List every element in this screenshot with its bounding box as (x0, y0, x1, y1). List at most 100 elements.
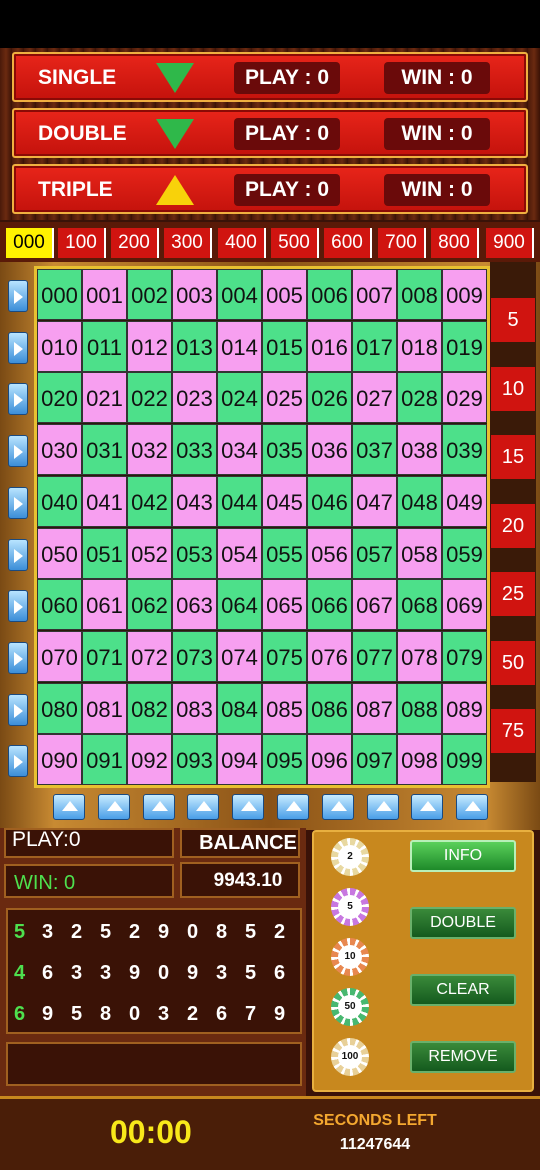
number-cell[interactable]: 073 (172, 630, 217, 682)
number-cell[interactable]: 074 (217, 630, 262, 682)
number-cell[interactable]: 081 (82, 682, 127, 734)
number-cell[interactable]: 038 (397, 424, 442, 476)
number-cell[interactable]: 055 (262, 527, 307, 579)
clear-button[interactable]: CLEAR (410, 974, 516, 1006)
column-select-arrow-icon[interactable] (277, 794, 309, 820)
multiplier-badge[interactable]: 75 (491, 709, 535, 753)
number-cell[interactable]: 015 (262, 320, 307, 372)
number-cell[interactable]: 065 (262, 579, 307, 631)
number-cell[interactable]: 068 (397, 579, 442, 631)
number-cell[interactable]: 057 (352, 527, 397, 579)
number-cell[interactable]: 029 (442, 372, 487, 424)
triangle-up-icon[interactable] (156, 175, 194, 205)
multiplier-badge[interactable]: 10 (491, 366, 535, 411)
number-cell[interactable]: 092 (127, 734, 172, 786)
number-cell[interactable]: 017 (352, 320, 397, 372)
hundred-tab-200[interactable]: 200 (111, 228, 159, 258)
number-cell[interactable]: 003 (172, 269, 217, 320)
number-cell[interactable]: 034 (217, 424, 262, 476)
column-select-arrow-icon[interactable] (411, 794, 444, 820)
number-cell[interactable]: 097 (352, 734, 397, 786)
number-cell[interactable]: 005 (262, 269, 307, 320)
row-select-arrow-icon[interactable] (8, 745, 28, 778)
number-cell[interactable]: 080 (37, 682, 82, 734)
row-select-arrow-icon[interactable] (8, 538, 28, 571)
number-cell[interactable]: 096 (307, 734, 352, 786)
number-cell[interactable]: 099 (442, 734, 487, 786)
bet-type-label[interactable]: SINGLE (38, 66, 116, 90)
multiplier-badge[interactable]: 25 (491, 572, 535, 616)
number-cell[interactable]: 091 (82, 734, 127, 786)
hundred-tab-900[interactable]: 900 (486, 228, 534, 258)
number-cell[interactable]: 041 (82, 475, 127, 527)
remove-button[interactable]: REMOVE (410, 1041, 516, 1073)
number-cell[interactable]: 083 (172, 682, 217, 734)
number-cell[interactable]: 076 (307, 630, 352, 682)
number-cell[interactable]: 048 (397, 475, 442, 527)
hundred-tab-700[interactable]: 700 (378, 228, 426, 258)
number-cell[interactable]: 067 (352, 579, 397, 631)
triangle-down-icon[interactable] (156, 119, 194, 149)
row-select-arrow-icon[interactable] (8, 641, 28, 674)
chip-10[interactable]: 10 (331, 938, 369, 976)
multiplier-badge[interactable]: 20 (491, 503, 535, 548)
hundred-tab-400[interactable]: 400 (218, 228, 266, 258)
chip-5[interactable]: 5 (331, 888, 369, 926)
number-cell[interactable]: 046 (307, 475, 352, 527)
number-cell[interactable]: 089 (442, 682, 487, 734)
number-cell[interactable]: 042 (127, 475, 172, 527)
number-cell[interactable]: 020 (37, 372, 82, 424)
row-select-arrow-icon[interactable] (8, 383, 28, 416)
row-select-arrow-icon[interactable] (8, 331, 28, 364)
row-select-arrow-icon[interactable] (8, 693, 28, 726)
hundred-tab-100[interactable]: 100 (58, 228, 106, 258)
number-cell[interactable]: 028 (397, 372, 442, 424)
number-cell[interactable]: 026 (307, 372, 352, 424)
column-select-arrow-icon[interactable] (142, 794, 175, 820)
number-cell[interactable]: 098 (397, 734, 442, 786)
number-cell[interactable]: 082 (127, 682, 172, 734)
number-cell[interactable]: 084 (217, 682, 262, 734)
column-select-arrow-icon[interactable] (53, 794, 85, 820)
column-select-arrow-icon[interactable] (232, 794, 265, 820)
number-cell[interactable]: 045 (262, 475, 307, 527)
number-cell[interactable]: 051 (82, 527, 127, 579)
column-select-arrow-icon[interactable] (97, 794, 130, 820)
number-cell[interactable]: 021 (82, 372, 127, 424)
number-cell[interactable]: 013 (172, 320, 217, 372)
double-button[interactable]: DOUBLE (410, 907, 516, 939)
number-cell[interactable]: 054 (217, 527, 262, 579)
number-cell[interactable]: 088 (397, 682, 442, 734)
number-cell[interactable]: 000 (37, 269, 82, 320)
number-cell[interactable]: 094 (217, 734, 262, 786)
column-select-arrow-icon[interactable] (456, 794, 489, 820)
number-cell[interactable]: 064 (217, 579, 262, 631)
bet-type-label[interactable]: TRIPLE (38, 178, 113, 202)
number-cell[interactable]: 011 (82, 320, 127, 372)
column-select-arrow-icon[interactable] (366, 794, 399, 820)
number-cell[interactable]: 079 (442, 630, 487, 682)
number-cell[interactable]: 006 (307, 269, 352, 320)
bet-type-label[interactable]: DOUBLE (38, 122, 127, 146)
multiplier-badge[interactable]: 5 (491, 298, 535, 342)
number-cell[interactable]: 001 (82, 269, 127, 320)
hundred-tab-500[interactable]: 500 (271, 228, 319, 258)
number-cell[interactable]: 040 (37, 475, 82, 527)
number-cell[interactable]: 075 (262, 630, 307, 682)
number-cell[interactable]: 059 (442, 527, 487, 579)
number-cell[interactable]: 036 (307, 424, 352, 476)
number-cell[interactable]: 087 (352, 682, 397, 734)
number-cell[interactable]: 093 (172, 734, 217, 786)
number-cell[interactable]: 019 (442, 320, 487, 372)
hundred-tab-600[interactable]: 600 (324, 228, 372, 258)
number-cell[interactable]: 023 (172, 372, 217, 424)
number-cell[interactable]: 043 (172, 475, 217, 527)
hundred-tab-800[interactable]: 800 (431, 228, 479, 258)
number-cell[interactable]: 007 (352, 269, 397, 320)
number-cell[interactable]: 047 (352, 475, 397, 527)
number-cell[interactable]: 069 (442, 579, 487, 631)
number-cell[interactable]: 085 (262, 682, 307, 734)
number-cell[interactable]: 061 (82, 579, 127, 631)
number-cell[interactable]: 058 (397, 527, 442, 579)
number-cell[interactable]: 014 (217, 320, 262, 372)
